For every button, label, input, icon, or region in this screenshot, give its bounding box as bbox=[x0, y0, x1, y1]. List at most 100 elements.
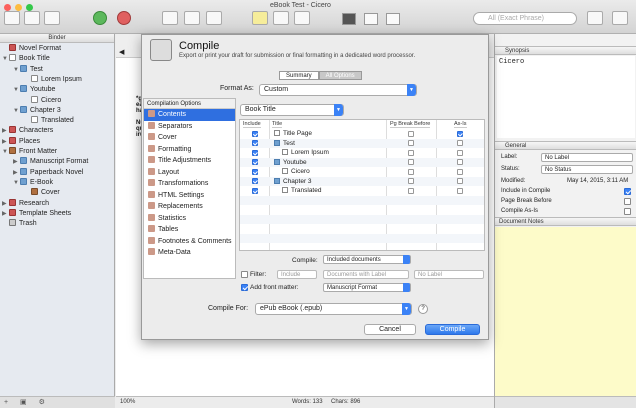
as-is-checkbox[interactable] bbox=[457, 140, 463, 146]
col-pg-break[interactable]: Pg Break Before bbox=[390, 120, 431, 128]
option-item[interactable]: Meta-Data bbox=[144, 247, 235, 259]
composition-icon[interactable] bbox=[294, 11, 310, 25]
synopsis-text[interactable]: Cicero bbox=[497, 56, 635, 138]
compile-toolbar-icon[interactable] bbox=[587, 11, 603, 25]
collections-icon[interactable] bbox=[24, 11, 40, 25]
binder-item[interactable]: ▶ Characters bbox=[2, 126, 53, 136]
compile-as-is-checkbox[interactable] bbox=[624, 208, 631, 215]
include-checkbox[interactable] bbox=[252, 149, 258, 156]
binder-item[interactable]: ▶ Paperback Novel bbox=[13, 167, 83, 178]
root-document-popup[interactable]: Book Title ▼ bbox=[240, 104, 344, 116]
outline-view-icon[interactable] bbox=[386, 13, 400, 25]
binder-item[interactable]: Trash bbox=[2, 219, 37, 229]
disclosure-open-icon[interactable]: ▼ bbox=[13, 65, 20, 75]
binder-item[interactable]: Translated bbox=[24, 116, 74, 126]
disclosure-closed-icon[interactable]: ▶ bbox=[2, 137, 9, 147]
option-item[interactable]: Contents bbox=[144, 109, 235, 121]
cancel-button[interactable]: Cancel bbox=[364, 324, 416, 335]
include-checkbox[interactable] bbox=[252, 168, 258, 175]
minimize-window-button[interactable] bbox=[15, 4, 22, 11]
compile-scope-popup[interactable]: Included documents bbox=[323, 255, 411, 264]
binder-item[interactable]: Novel Format bbox=[2, 44, 61, 54]
option-item[interactable]: Layout bbox=[144, 167, 235, 179]
add-icon[interactable] bbox=[93, 11, 107, 25]
option-item[interactable]: Footnotes & Comments bbox=[144, 236, 235, 248]
table-row[interactable]: Translated bbox=[240, 186, 484, 196]
page-break-before-checkbox[interactable] bbox=[624, 198, 631, 205]
table-row[interactable]: Cicero bbox=[240, 167, 484, 177]
label-popup[interactable]: No Label bbox=[541, 153, 633, 162]
add-item-icon[interactable]: + bbox=[4, 399, 8, 406]
binder-item[interactable]: ▶ Manuscript Format bbox=[13, 157, 88, 167]
tab-summary[interactable]: Summary bbox=[279, 71, 319, 80]
option-item[interactable]: Title Adjustments bbox=[144, 155, 235, 167]
note-icon[interactable] bbox=[252, 11, 268, 25]
filter-checkbox[interactable] bbox=[241, 271, 248, 278]
include-checkbox[interactable] bbox=[252, 159, 258, 165]
col-title[interactable]: Title bbox=[272, 120, 283, 128]
tab-all-options[interactable]: All Options bbox=[318, 71, 362, 80]
include-checkbox[interactable] bbox=[252, 140, 258, 146]
as-is-checkbox[interactable] bbox=[457, 168, 463, 175]
binder-item[interactable]: Lorem Ipsum bbox=[24, 74, 82, 85]
binder-item[interactable]: ▶ Template Sheets bbox=[2, 208, 71, 219]
option-item[interactable]: Statistics bbox=[144, 213, 235, 225]
synopsis-header[interactable]: Synopsis bbox=[495, 46, 636, 55]
table-row[interactable]: Youtube bbox=[240, 157, 484, 167]
disclosure-closed-icon[interactable]: ▶ bbox=[13, 168, 20, 178]
as-is-checkbox[interactable] bbox=[457, 149, 463, 156]
option-item[interactable]: Transformations bbox=[144, 178, 235, 190]
status-popup[interactable]: No Status bbox=[541, 165, 633, 174]
table-row[interactable]: Test bbox=[240, 138, 484, 148]
binder-item[interactable]: ▼ Youtube bbox=[13, 85, 55, 95]
compile-button[interactable]: Compile bbox=[425, 324, 480, 335]
format-icon[interactable] bbox=[162, 11, 178, 25]
front-matter-popup[interactable]: Manuscript Format bbox=[323, 283, 411, 292]
disclosure-open-icon[interactable]: ▼ bbox=[2, 147, 9, 157]
option-item[interactable]: Replacements bbox=[144, 201, 235, 213]
disclosure-closed-icon[interactable]: ▶ bbox=[2, 199, 9, 209]
disclosure-open-icon[interactable]: ▼ bbox=[13, 85, 20, 95]
page-break-checkbox[interactable] bbox=[408, 159, 414, 165]
disclosure-closed-icon[interactable]: ▶ bbox=[2, 126, 9, 136]
binder-item[interactable]: ▶ Research bbox=[2, 198, 49, 209]
document-notes-header[interactable]: Document Notes bbox=[495, 217, 636, 226]
table-row[interactable]: Lorem Ipsum bbox=[240, 148, 484, 158]
inspector-toggle-icon[interactable] bbox=[612, 11, 628, 25]
binder-toggle-icon[interactable] bbox=[4, 11, 20, 25]
view-mode-icon[interactable] bbox=[44, 11, 60, 25]
general-header[interactable]: General bbox=[495, 141, 636, 150]
include-checkbox[interactable] bbox=[252, 187, 258, 194]
binder-item[interactable]: Cover bbox=[24, 188, 60, 198]
include-checkbox[interactable] bbox=[252, 178, 258, 184]
page-break-checkbox[interactable] bbox=[408, 140, 414, 146]
search-input[interactable]: All (Exact Phrase) bbox=[473, 12, 577, 25]
option-item[interactable]: Formatting bbox=[144, 144, 235, 156]
binder-item[interactable]: ▼ Test bbox=[13, 64, 43, 75]
page-break-checkbox[interactable] bbox=[408, 168, 414, 175]
compile-for-popup[interactable]: ePub eBook (.epub) ▼ bbox=[255, 303, 412, 315]
gear-icon[interactable]: ⚙ bbox=[39, 399, 45, 406]
binder-item[interactable]: Cicero bbox=[24, 95, 61, 106]
scrivenings-view-icon[interactable] bbox=[342, 13, 356, 25]
back-arrow-icon[interactable]: ◀ bbox=[119, 48, 124, 56]
page-break-checkbox[interactable] bbox=[408, 187, 414, 194]
as-is-checkbox[interactable] bbox=[457, 187, 463, 194]
zoom-level[interactable]: 100% bbox=[120, 397, 135, 408]
option-item[interactable]: HTML Settings bbox=[144, 190, 235, 202]
snapshot-icon[interactable] bbox=[273, 11, 289, 25]
keywords-icon[interactable] bbox=[184, 11, 200, 25]
page-break-checkbox[interactable] bbox=[408, 130, 414, 137]
option-item[interactable]: Cover bbox=[144, 132, 235, 144]
corkboard-view-icon[interactable] bbox=[364, 13, 378, 25]
document-notes-area[interactable] bbox=[495, 227, 636, 396]
option-item[interactable]: Separators bbox=[144, 121, 235, 133]
disclosure-open-icon[interactable]: ▼ bbox=[13, 178, 20, 188]
delete-icon[interactable] bbox=[117, 11, 131, 25]
close-window-button[interactable] bbox=[4, 4, 11, 11]
table-row[interactable]: Chapter 3 bbox=[240, 176, 484, 186]
include-checkbox[interactable] bbox=[252, 130, 258, 137]
option-item[interactable]: Tables bbox=[144, 224, 235, 236]
format-as-popup[interactable]: Custom ▼ bbox=[259, 84, 417, 96]
col-include[interactable]: Include bbox=[243, 120, 261, 128]
